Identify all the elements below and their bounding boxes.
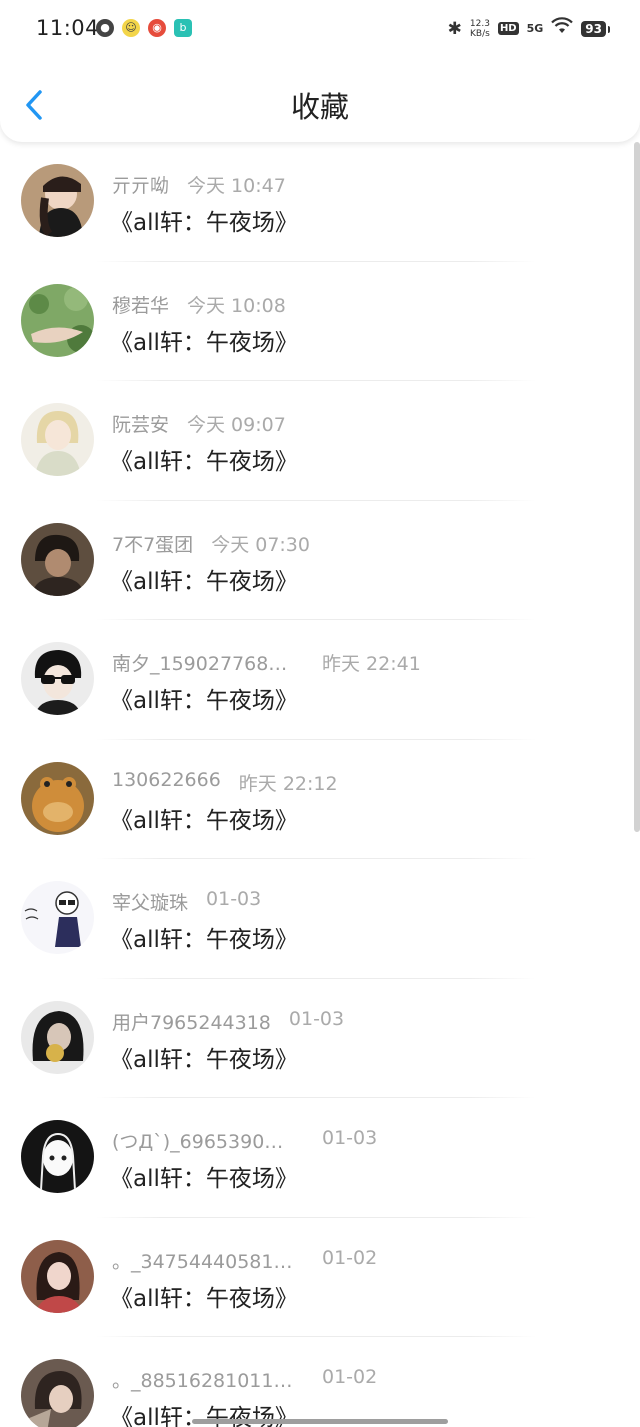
item-title[interactable]: 《all轩：午夜场》 (110, 681, 298, 715)
battery-icon: 93 (581, 20, 610, 37)
list-item[interactable]: 宰父璇珠 01-03 《all轩：午夜场》 (0, 859, 640, 979)
avatar[interactable] (21, 522, 94, 596)
list-item[interactable]: 用户7965244318 01-03 《all轩：午夜场》 (0, 979, 640, 1098)
username[interactable]: 7不7蛋团 (112, 530, 193, 557)
timestamp: 01-02 (322, 1366, 378, 1388)
favorites-page: 11:04 ● ☺ ◉ b ✱ 12.3 KB/s HD 5G 93 收藏 亓亓… (0, 0, 640, 1427)
timestamp: 01-02 (322, 1246, 378, 1269)
item-title[interactable]: 《all轩：午夜场》 (110, 323, 298, 357)
list-item[interactable]: (つД`)_69653902… 01-03 《all轩：午夜场》 (0, 1098, 640, 1218)
item-meta: 。_88516281011… 01-02 (112, 1366, 377, 1393)
top-bar: 11:04 ● ☺ ◉ b ✱ 12.3 KB/s HD 5G 93 收藏 (0, 0, 640, 142)
username[interactable]: 130622666 (112, 769, 221, 796)
network-speed: 12.3 KB/s (470, 19, 490, 39)
list-item[interactable]: 7不7蛋团 今天 07:30 《all轩：午夜场》 (0, 501, 640, 620)
avatar[interactable] (21, 164, 94, 237)
item-meta: 亓亓呦 今天 10:47 (112, 171, 286, 198)
item-meta: 130622666 昨天 22:12 (112, 769, 338, 796)
item-meta: 用户7965244318 01-03 (112, 1008, 344, 1035)
avatar[interactable] (21, 642, 94, 715)
item-meta: (つД`)_69653902… 01-03 (112, 1127, 377, 1154)
item-title[interactable]: 《all轩：午夜场》 (110, 1040, 298, 1074)
timestamp: 昨天 22:41 (322, 653, 421, 675)
list-item[interactable]: 阮芸安 今天 09:07 《all轩：午夜场》 (0, 381, 640, 501)
avatar[interactable] (21, 761, 94, 835)
item-meta: 。_34754440581… 01-02 (112, 1247, 377, 1274)
username[interactable]: 。_88516281011… (112, 1366, 294, 1393)
list-item[interactable]: 南夕_159027768… 昨天 22:41 《all轩：午夜场》 (0, 620, 640, 740)
username[interactable]: 亓亓呦 (112, 171, 169, 198)
item-meta: 宰父璇珠 01-03 (112, 888, 261, 915)
scrollbar[interactable] (634, 142, 640, 832)
list-item[interactable]: 130622666 昨天 22:12 《all轩：午夜场》 (0, 740, 640, 859)
list-item[interactable]: 。_34754440581… 01-02 《all轩：午夜场》 (0, 1218, 640, 1337)
weibo-icon: ◉ (148, 19, 166, 37)
timestamp: 今天 09:07 (187, 414, 286, 436)
item-title[interactable]: 《all轩：午夜场》 (110, 801, 298, 835)
item-meta: 7不7蛋团 今天 07:30 (112, 530, 310, 557)
timestamp: 01-03 (206, 888, 262, 910)
item-title[interactable]: 《all轩：午夜场》 (110, 1279, 298, 1313)
item-title[interactable]: 《all轩：午夜场》 (110, 442, 298, 476)
avatar[interactable] (21, 283, 94, 357)
item-meta: 阮芸安 今天 09:07 (112, 410, 286, 437)
status-time: 11:04 (36, 16, 100, 40)
item-meta: 穆若华 今天 10:08 (112, 291, 286, 318)
favorites-list[interactable]: 亓亓呦 今天 10:47 《all轩：午夜场》 穆若华 今天 10:08 《al… (0, 142, 640, 1427)
item-title[interactable]: 《all轩：午夜场》 (110, 920, 298, 954)
timestamp: 昨天 22:12 (238, 772, 338, 795)
item-meta: 南夕_159027768… 昨天 22:41 (112, 649, 421, 676)
app-notification-icon: b (174, 19, 192, 37)
username[interactable]: 穆若华 (112, 291, 169, 318)
avatar[interactable] (21, 403, 94, 476)
system-icons: ✱ 12.3 KB/s HD 5G 93 (447, 17, 610, 40)
status-bar: 11:04 ● ☺ ◉ b ✱ 12.3 KB/s HD 5G 93 (0, 0, 640, 60)
avatar[interactable] (21, 881, 94, 954)
list-item[interactable]: 穆若华 今天 10:08 《all轩：午夜场》 (0, 262, 640, 381)
username[interactable]: 宰父璇珠 (112, 888, 188, 915)
timestamp: 今天 10:08 (187, 294, 286, 317)
page-title: 收藏 (290, 90, 349, 124)
app-notification-icon: ☺ (122, 19, 140, 37)
hd-icon: HD (497, 22, 519, 35)
username[interactable]: 用户7965244318 (112, 1008, 271, 1035)
bluetooth-icon: ✱ (447, 18, 462, 39)
list-item[interactable]: 。_88516281011… 01-02 《all轩：午夜场》 (0, 1337, 640, 1427)
wifi-icon (551, 17, 574, 40)
notification-icons: ● ☺ ◉ b (96, 19, 192, 37)
timestamp: 01-03 (288, 1007, 345, 1030)
avatar[interactable] (21, 1120, 94, 1193)
nav-bar: 收藏 (0, 62, 640, 142)
username[interactable]: 。_34754440581… (112, 1247, 294, 1274)
timestamp: 今天 07:30 (211, 533, 310, 556)
network-speed-value: 12.3 (469, 18, 490, 29)
app-notification-icon: ● (96, 19, 114, 37)
list-item[interactable]: 亓亓呦 今天 10:47 《all轩：午夜场》 (0, 142, 640, 262)
signal-icon: 5G (526, 22, 544, 35)
username[interactable]: 阮芸安 (112, 410, 169, 437)
avatar[interactable] (21, 1359, 94, 1427)
username[interactable]: (つД`)_69653902… (112, 1127, 294, 1154)
avatar[interactable] (21, 1000, 94, 1074)
home-indicator[interactable] (192, 1419, 448, 1424)
timestamp: 今天 10:47 (187, 175, 286, 197)
item-title[interactable]: 《all轩：午夜场》 (110, 1159, 298, 1193)
item-title[interactable]: 《all轩：午夜场》 (110, 203, 298, 237)
item-title[interactable]: 《all轩：午夜场》 (110, 562, 298, 596)
timestamp: 01-03 (322, 1127, 378, 1149)
network-speed-unit: KB/s (470, 28, 490, 39)
username[interactable]: 南夕_159027768… (112, 649, 294, 676)
avatar[interactable] (21, 1239, 94, 1313)
